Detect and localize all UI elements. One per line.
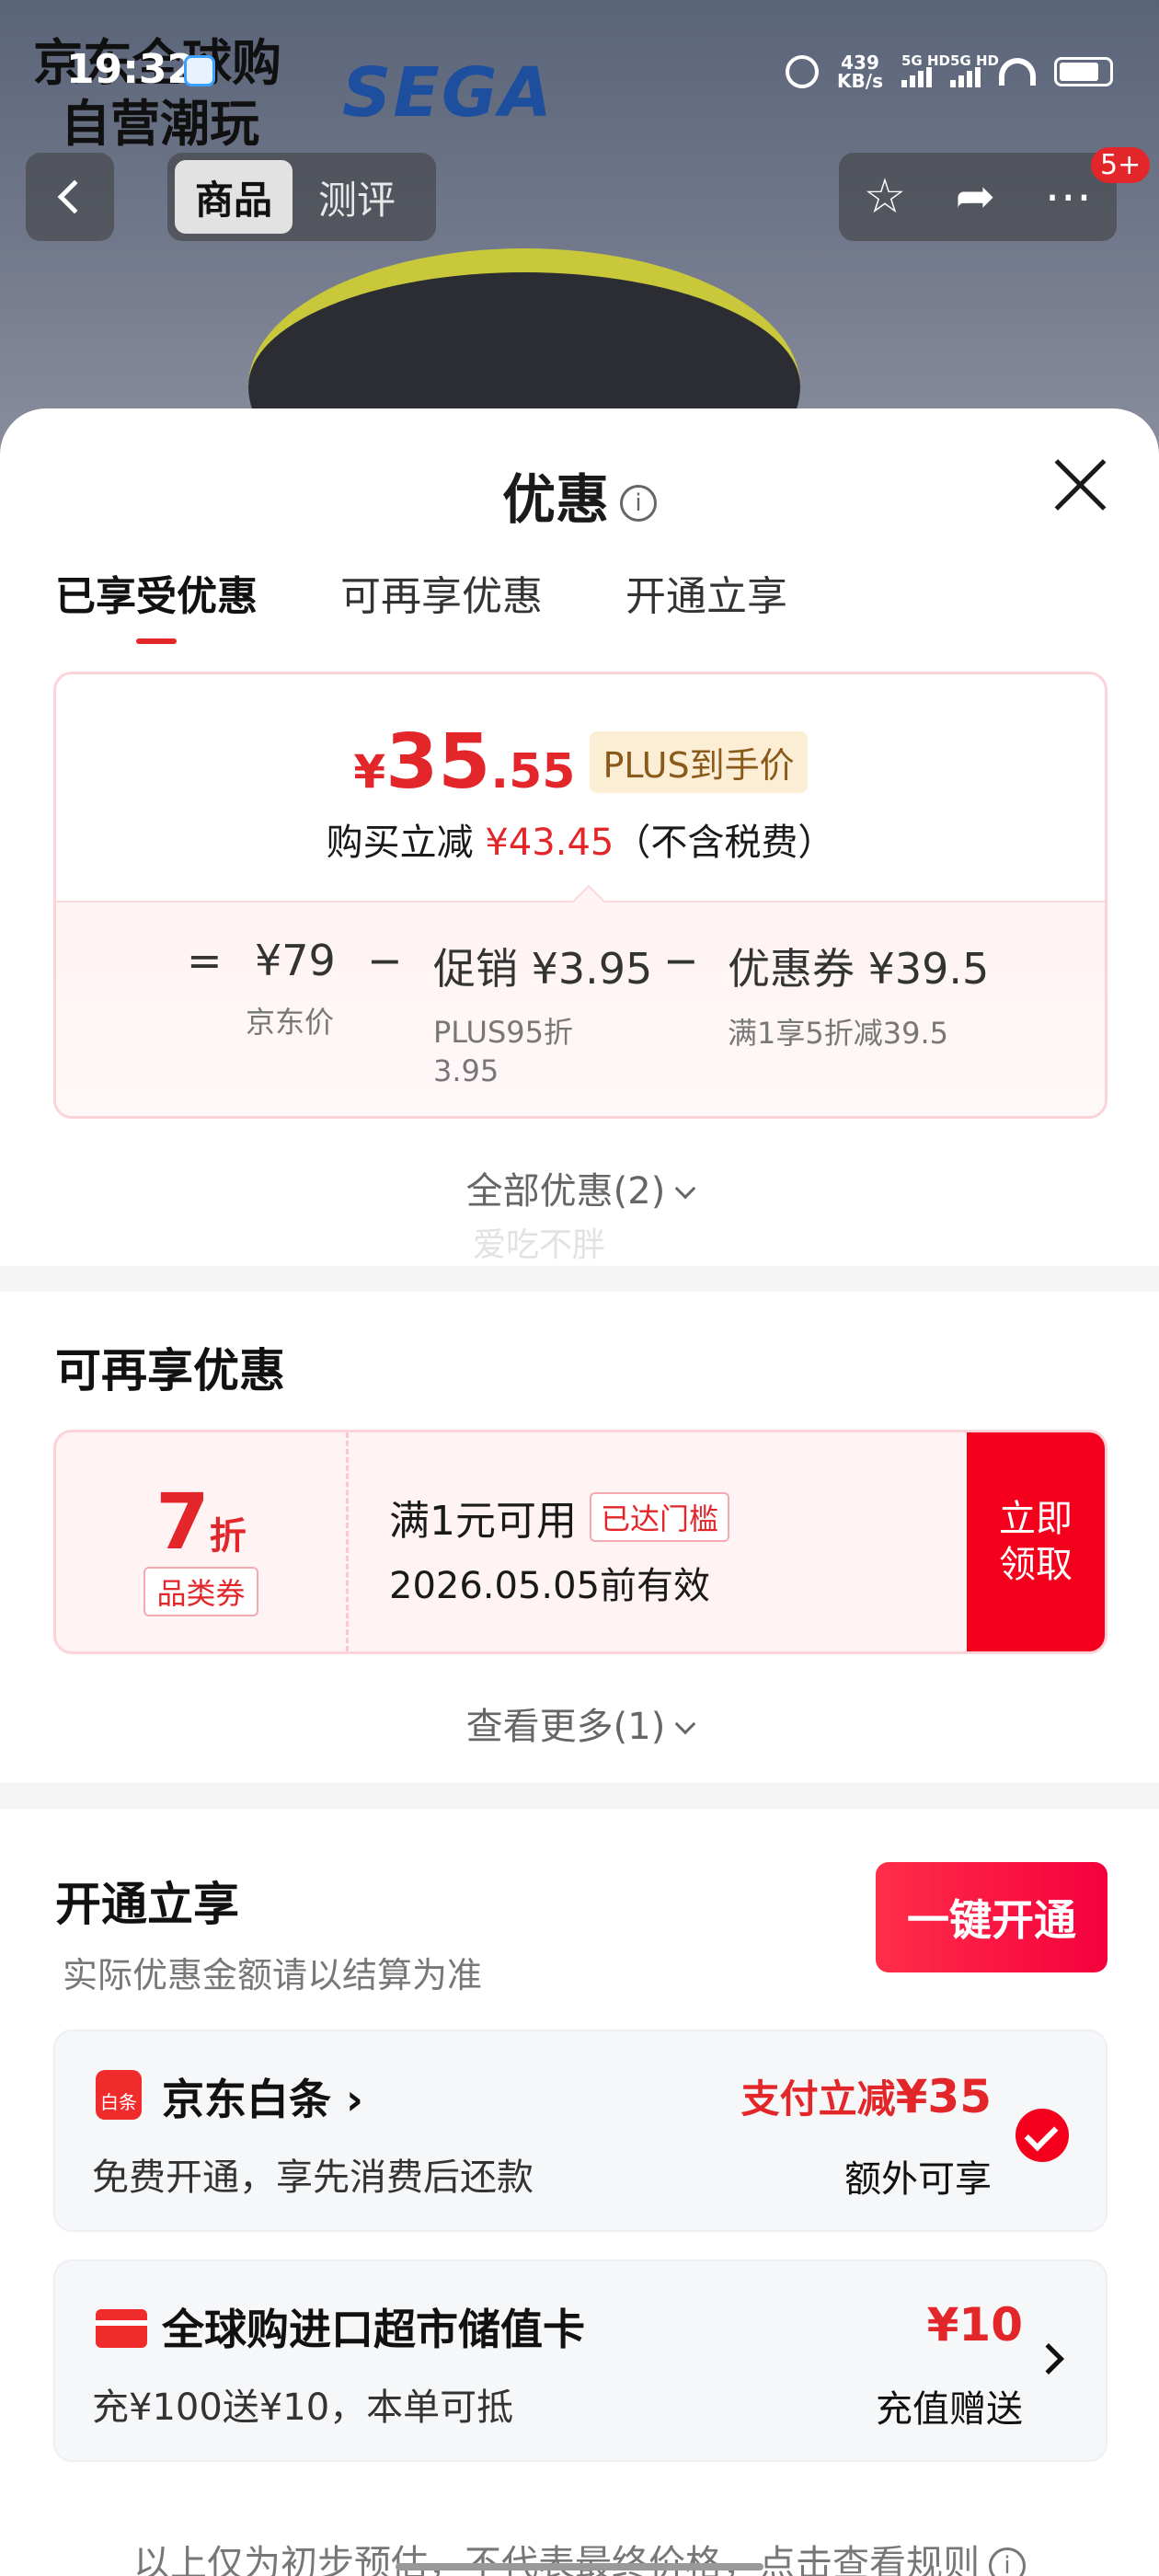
alarm-icon xyxy=(786,55,820,88)
minus-sign: − xyxy=(367,936,403,985)
card-icon xyxy=(96,2309,147,2348)
one-click-open-button[interactable]: 一键开通 xyxy=(876,1862,1107,1972)
stored-value-name: 全球购进口超市储值卡 xyxy=(162,2305,585,2354)
tab-open-enjoy[interactable]: 开通立享 xyxy=(625,563,787,644)
breakdown-jd-price: ¥79 京东价 xyxy=(246,936,336,1040)
home-indicator[interactable] xyxy=(396,2563,763,2570)
chevron-down-icon xyxy=(675,1713,696,1735)
nav-segment: 商品 测评 xyxy=(167,153,436,241)
stored-value-card[interactable]: 全球购进口超市储值卡 充¥100送¥10，本单可抵 ¥10 充值赠送 xyxy=(53,2260,1107,2462)
product-navbar: 商品 测评 ☆ ➦ ⋯ 5+ xyxy=(0,147,1159,245)
breakdown-promotion: 促销 ¥3.95 PLUS95折 3.95 xyxy=(433,944,653,1088)
minus-sign-2: − xyxy=(663,936,699,985)
share-icon[interactable]: ➦ xyxy=(956,173,996,221)
nav-actions: ☆ ➦ ⋯ xyxy=(839,153,1117,241)
plus-price-tag: PLUS到手价 xyxy=(590,731,808,793)
close-button[interactable] xyxy=(1050,454,1111,515)
more-icon[interactable]: ⋯ xyxy=(1044,173,1092,221)
open-enjoy-title: 开通立享 xyxy=(55,1878,239,1931)
tab-enjoyed[interactable]: 已享受优惠 xyxy=(55,563,258,644)
wifi-icon xyxy=(999,58,1036,86)
check-icon[interactable] xyxy=(1016,2109,1069,2162)
tab-more-offers[interactable]: 可再享优惠 xyxy=(340,563,543,644)
section-divider xyxy=(0,1266,1159,1292)
baitiao-desc: 免费开通，享先消费后还款 xyxy=(92,2156,534,2199)
network-speed: 439 KB/s xyxy=(837,52,883,92)
back-button[interactable] xyxy=(26,153,114,241)
coupon-discount: 7折 xyxy=(155,1477,247,1567)
watermark-text: 爱吃不胖 xyxy=(473,1226,606,1264)
battery-icon xyxy=(1054,57,1113,86)
see-more-toggle[interactable]: 查看更多(1) xyxy=(0,1696,1159,1750)
coupon-category-tag: 品类券 xyxy=(143,1567,258,1616)
signal-icon-2: 5G HD xyxy=(950,52,999,87)
signal-icon: 5G HD xyxy=(901,52,950,87)
price-breakdown: = ¥79 京东价 − 促销 ¥3.95 PLUS95折 3.95 − 优惠券 … xyxy=(56,884,1105,1116)
chevron-left-icon xyxy=(57,179,92,214)
coupon-card: 7折 品类券 满1元可用 已达门槛 2026.05.05前有效 立即 领取 xyxy=(53,1430,1107,1654)
baitiao-amount: 支付立减¥35 xyxy=(740,2070,992,2123)
sheet-tabs: 已享受优惠 可再享优惠 开通立享 xyxy=(55,563,787,644)
discount-sheet: 优惠 i 已享受优惠 可再享优惠 开通立享 ¥35.55 PLUS到手价 购买立减… xyxy=(0,408,1159,2576)
baitiao-card[interactable]: 白条 京东白条 › 免费开通，享先消费后还款 支付立减¥35 额外可享 xyxy=(53,2030,1107,2232)
notification-app-icon xyxy=(184,55,215,86)
threshold-reached-tag: 已达门槛 xyxy=(590,1492,730,1542)
open-enjoy-subtitle: 实际优惠金额请以结算为准 xyxy=(63,1955,483,1995)
status-bar: 19:32 439 KB/s 5G HD 5G HD xyxy=(0,0,1159,138)
info-icon[interactable]: i xyxy=(620,484,657,522)
sheet-title: 优惠 i xyxy=(0,456,1159,534)
tab-review[interactable]: 测评 xyxy=(298,160,416,234)
section-divider-2 xyxy=(0,1783,1159,1809)
coupon-condition: 满1元可用 xyxy=(389,1498,577,1545)
breakdown-coupon: 优惠券 ¥39.5 满1享5折减39.5 xyxy=(728,944,990,1051)
tab-product[interactable]: 商品 xyxy=(175,160,293,234)
baitiao-name: 京东白条 › xyxy=(162,2075,363,2124)
star-icon[interactable]: ☆ xyxy=(864,173,907,221)
reduce-line: 购买立减 ¥43.45（不含税费） xyxy=(326,822,835,864)
equals-sign: = xyxy=(187,936,223,985)
chevron-down-icon xyxy=(675,1178,696,1200)
more-offers-title: 可再享优惠 xyxy=(55,1344,285,1397)
message-badge: 5+ xyxy=(1091,147,1151,183)
info-icon: i xyxy=(989,2547,1026,2576)
baitiao-note: 额外可享 xyxy=(844,2158,992,2201)
chevron-right-icon xyxy=(1033,2343,1064,2375)
price-summary-card: ¥35.55 PLUS到手价 购买立减 ¥43.45（不含税费） = ¥79 京… xyxy=(53,672,1107,1119)
stored-value-amount: ¥10 xyxy=(926,2298,1023,2352)
baitiao-icon: 白条 xyxy=(96,2070,142,2120)
claim-coupon-button[interactable]: 立即 领取 xyxy=(967,1432,1105,1651)
clock: 19:32 xyxy=(66,46,196,93)
coupon-validity: 2026.05.05前有效 xyxy=(389,1565,711,1607)
stored-value-desc: 充¥100送¥10，本单可抵 xyxy=(92,2386,514,2429)
stored-value-note: 充值赠送 xyxy=(876,2388,1023,2431)
final-price: ¥35.55 xyxy=(353,719,576,806)
all-offers-toggle[interactable]: 全部优惠(2) xyxy=(0,1161,1159,1214)
